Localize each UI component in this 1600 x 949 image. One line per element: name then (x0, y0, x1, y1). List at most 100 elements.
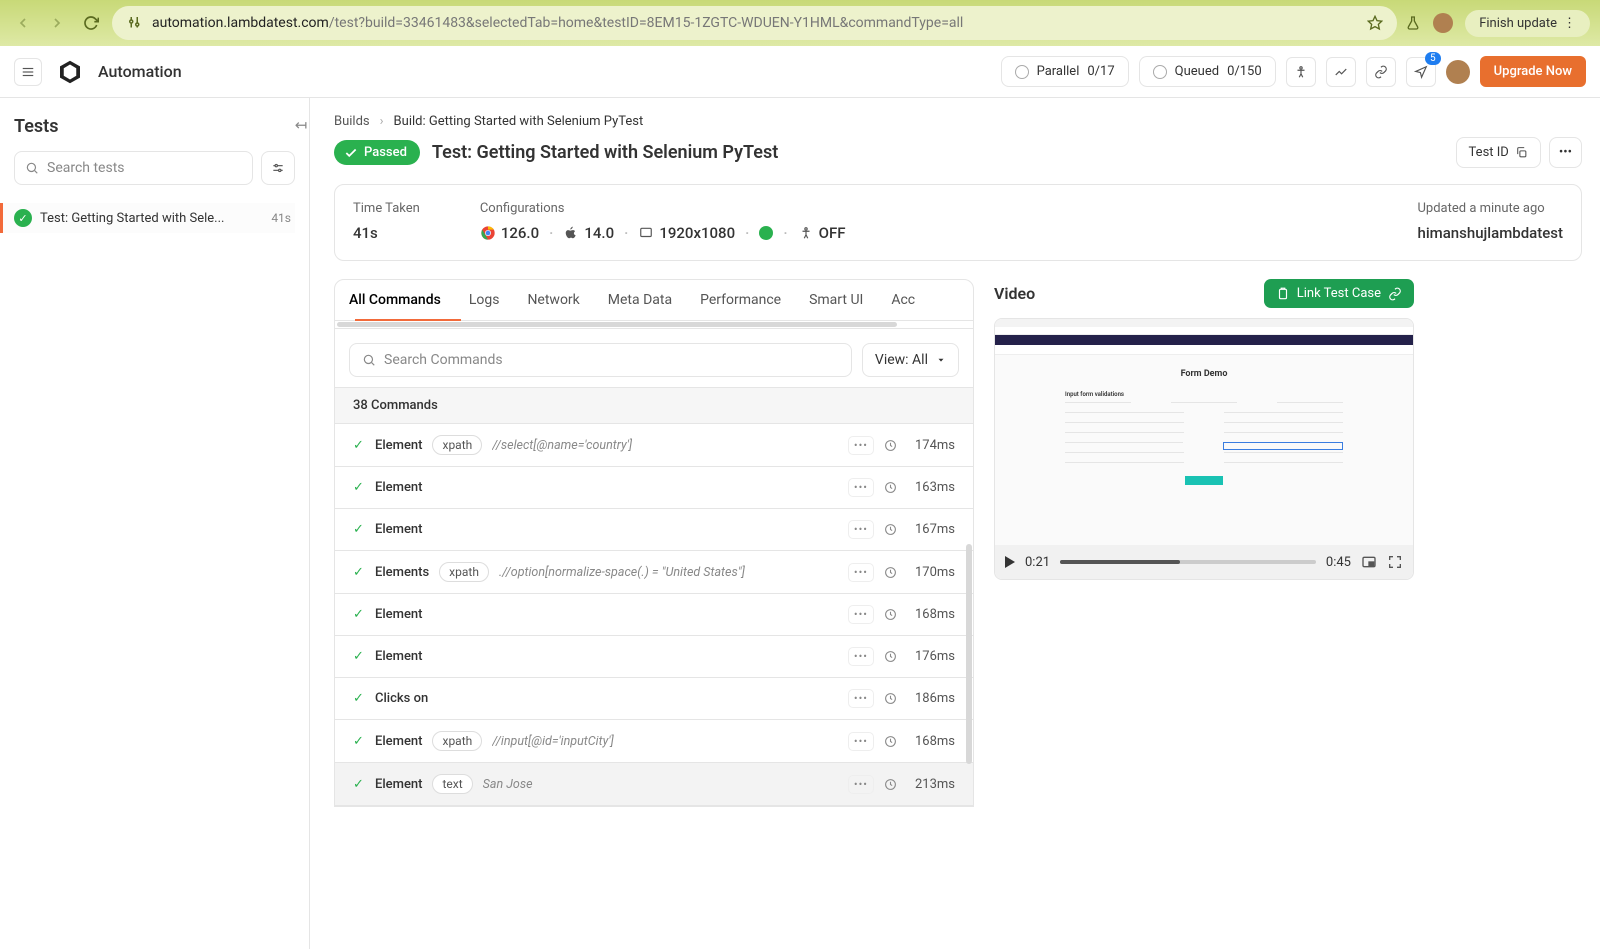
pass-status-icon: ✓ (14, 209, 32, 227)
search-commands-input[interactable]: Search Commands (349, 343, 852, 377)
tabs-scrollbar[interactable] (335, 321, 973, 329)
tests-sidebar: ↤ Tests Search tests ✓ Test: Getting Sta… (0, 98, 310, 949)
check-icon: ✓ (353, 522, 365, 537)
view-select[interactable]: View: All (862, 343, 959, 377)
command-more-button[interactable]: ••• (848, 732, 874, 751)
clock-icon (884, 608, 897, 621)
app-header: Automation Parallel 0/17 Queued 0/150 5 … (0, 46, 1600, 98)
command-row[interactable]: ✓ Element ••• 163ms (335, 467, 973, 509)
analytics-icon[interactable] (1326, 57, 1356, 87)
list-scrollbar[interactable] (966, 544, 972, 764)
command-more-button[interactable]: ••• (848, 775, 874, 794)
sidebar-title: Tests (14, 116, 295, 137)
tab-meta-data[interactable]: Meta Data (594, 280, 686, 320)
back-button[interactable] (10, 10, 36, 36)
queued-label: Queued (1175, 64, 1219, 79)
locator-type-tag: xpath (432, 435, 482, 455)
tab-smart-ui[interactable]: Smart UI (795, 280, 877, 320)
command-more-button[interactable]: ••• (848, 689, 874, 708)
video-panel: Video Link Test Case Form Demo (994, 279, 1414, 807)
command-more-button[interactable]: ••• (848, 605, 874, 624)
command-name: Clicks on (375, 691, 428, 706)
video-seekbar[interactable] (1060, 560, 1316, 564)
check-icon: ✓ (353, 607, 365, 622)
lambdatest-logo[interactable] (54, 56, 86, 88)
url-bar[interactable]: automation.lambdatest.com/test?build=334… (112, 6, 1397, 40)
command-row[interactable]: ✓ Elementsxpath.//option[normalize-space… (335, 551, 973, 594)
site-controls-icon[interactable] (126, 14, 144, 32)
more-actions-button[interactable]: ••• (1549, 137, 1582, 168)
forward-button[interactable] (44, 10, 70, 36)
search-icon (25, 161, 39, 175)
queued-indicator[interactable]: Queued 0/150 (1139, 56, 1276, 87)
command-name: Element (375, 734, 422, 749)
notifications-icon[interactable]: 5 (1406, 57, 1436, 87)
command-row[interactable]: ✓ ElementtextSan Jose ••• 213ms (335, 763, 973, 806)
filter-button[interactable] (261, 151, 295, 185)
test-item-time: 41s (271, 211, 291, 225)
command-more-button[interactable]: ••• (848, 647, 874, 666)
command-more-button[interactable]: ••• (848, 478, 874, 497)
menu-button[interactable] (14, 58, 42, 86)
test-id-button[interactable]: Test ID (1456, 137, 1541, 168)
search-tests-input[interactable]: Search tests (14, 151, 253, 185)
link-test-case-button[interactable]: Link Test Case (1264, 279, 1414, 308)
video-player: Form Demo Input form validations (994, 318, 1414, 580)
command-name: Elements (375, 565, 429, 580)
chrome-icon (480, 225, 496, 241)
tab-all-commands[interactable]: All Commands (335, 280, 455, 320)
video-controls: 0:21 0:45 (995, 545, 1413, 579)
command-more-button[interactable]: ••• (848, 563, 874, 582)
tab-logs[interactable]: Logs (455, 280, 514, 320)
user-avatar[interactable] (1446, 60, 1470, 84)
time-taken-label: Time Taken (353, 201, 420, 216)
link-icon[interactable] (1366, 57, 1396, 87)
command-name: Element (375, 522, 422, 537)
command-more-button[interactable]: ••• (848, 436, 874, 455)
fullscreen-button[interactable] (1387, 554, 1403, 570)
reload-button[interactable] (78, 10, 104, 36)
tab-network[interactable]: Network (513, 280, 593, 320)
play-button[interactable] (1005, 556, 1015, 568)
video-current-time: 0:21 (1025, 555, 1050, 570)
command-row[interactable]: ✓ Clicks on ••• 186ms (335, 678, 973, 720)
breadcrumb-root[interactable]: Builds (334, 114, 370, 129)
test-list-item[interactable]: ✓ Test: Getting Started with Sele... 41s (0, 203, 295, 233)
clipboard-icon (1276, 287, 1290, 301)
command-more-button[interactable]: ••• (848, 520, 874, 539)
tab-accessibility[interactable]: Acc (877, 280, 929, 320)
pip-button[interactable] (1361, 554, 1377, 570)
check-icon: ✓ (353, 438, 365, 453)
bookmark-icon[interactable] (1367, 15, 1383, 31)
configurations-label: Configurations (480, 201, 1358, 216)
command-duration: 213ms (907, 777, 955, 792)
command-row[interactable]: ✓ Element ••• 168ms (335, 594, 973, 636)
preview-form-subtitle: Input form validations (1065, 391, 1343, 398)
command-row[interactable]: ✓ Element xpath //input[@id='inputCity'] •… (335, 720, 973, 763)
video-preview[interactable]: Form Demo Input form validations (995, 319, 1413, 545)
command-row[interactable]: ✓ Element ••• 167ms (335, 509, 973, 551)
check-icon: ✓ (353, 734, 365, 749)
upgrade-button[interactable]: Upgrade Now (1480, 56, 1586, 87)
test-title: Test: Getting Started with Selenium PyTe… (432, 142, 778, 163)
profile-avatar[interactable] (1433, 13, 1453, 33)
tab-performance[interactable]: Performance (686, 280, 795, 320)
command-row[interactable]: ✓ Elementxpath//select[@name='country'] … (335, 424, 973, 467)
command-duration: 170ms (907, 565, 955, 580)
parallel-indicator[interactable]: Parallel 0/17 (1001, 56, 1129, 87)
locator-value: //select[@name='country'] (492, 438, 632, 453)
finish-update-button[interactable]: Finish update ⋮ (1465, 10, 1590, 37)
preview-form-title: Form Demo (1065, 369, 1343, 379)
collapse-sidebar-button[interactable]: ↤ (292, 116, 310, 134)
check-icon (344, 146, 358, 160)
command-duration: 174ms (907, 438, 955, 453)
flask-icon[interactable] (1405, 15, 1421, 31)
link-test-case-label: Link Test Case (1297, 286, 1381, 301)
accessibility-icon[interactable] (1286, 57, 1316, 87)
commands-count: 38 Commands (335, 387, 973, 424)
locator-value: //input[@id='inputCity'] (492, 734, 613, 749)
locator-type-tag: xpath (432, 731, 482, 751)
command-row[interactable]: ✓ Element ••• 176ms (335, 636, 973, 678)
command-duration: 167ms (907, 522, 955, 537)
commands-list[interactable]: ✓ Elementxpath//select[@name='country'] … (335, 424, 973, 806)
